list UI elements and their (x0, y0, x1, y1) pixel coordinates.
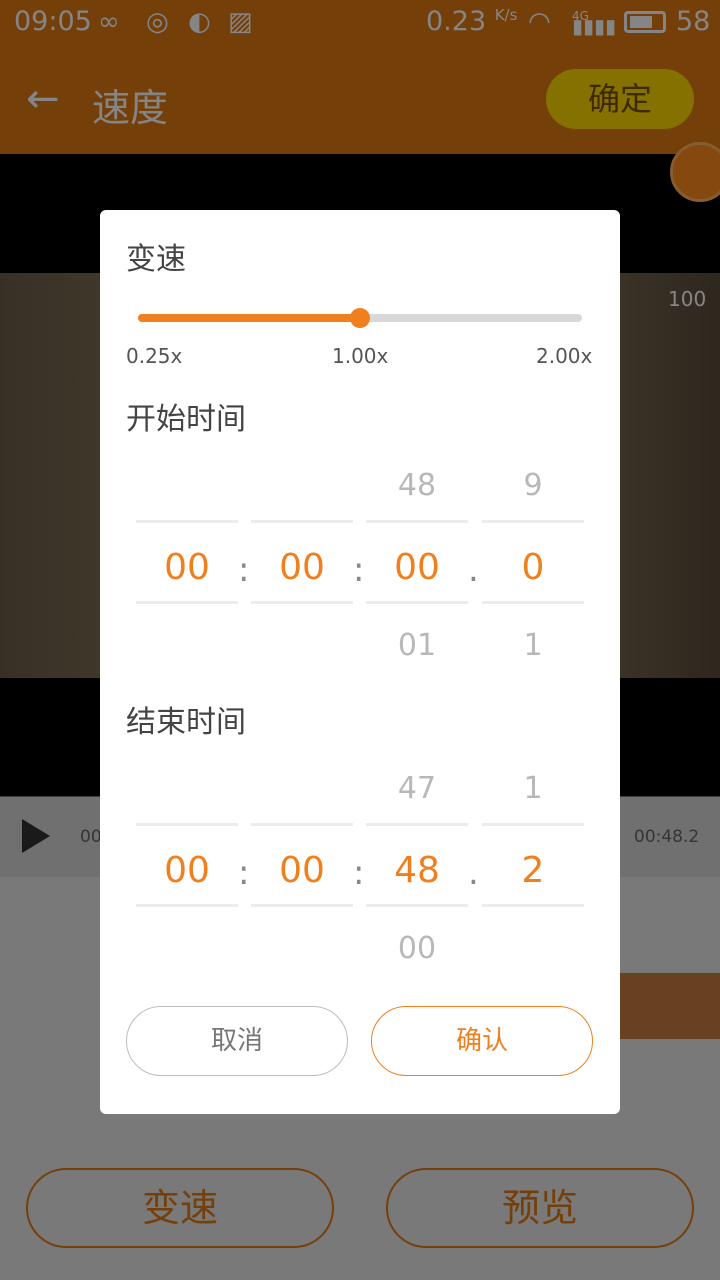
picker-prev: 1 (523, 771, 543, 806)
start-hours-column[interactable]: 00 (136, 454, 238, 694)
end-hours-column[interactable]: 00 (136, 757, 238, 997)
picker-prev: 47 (397, 771, 437, 806)
speed-title: 变速 (126, 242, 186, 277)
end-seconds-column[interactable]: 47 48 00 (366, 757, 468, 997)
picker-divider (251, 601, 353, 604)
picker-selected: 0 (521, 547, 545, 588)
picker-prev: 48 (397, 468, 437, 503)
picker-next: 1 (523, 628, 543, 663)
picker-divider (482, 823, 584, 826)
picker-selected: 48 (394, 850, 440, 891)
slider-fill (138, 314, 360, 322)
start-seconds-column[interactable]: 48 00 01 (366, 454, 468, 694)
cancel-button[interactable]: 取消 (126, 1006, 348, 1076)
picker-next: 00 (397, 931, 437, 966)
end-minutes-column[interactable]: 00 (251, 757, 353, 997)
picker-separator: : (238, 550, 250, 590)
end-time-picker: 00 : 00 : 47 48 00 . 1 2 (136, 757, 584, 997)
picker-divider (482, 601, 584, 604)
start-minutes-column[interactable]: 00 (251, 454, 353, 694)
picker-separator: . (468, 550, 479, 590)
slider-thumb[interactable] (350, 308, 370, 328)
picker-separator: : (353, 550, 365, 590)
picker-divider (482, 520, 584, 523)
speed-dialog: 变速 0.25x 1.00x 2.00x 开始时间 00 : 00 : 48 0… (100, 210, 620, 1114)
picker-separator: . (468, 853, 479, 893)
start-time-title: 开始时间 (126, 402, 246, 437)
speed-slider[interactable] (138, 308, 582, 328)
picker-selected: 00 (164, 850, 210, 891)
picker-divider (251, 520, 353, 523)
picker-next: 01 (397, 628, 437, 663)
picker-divider (136, 601, 238, 604)
picker-divider (136, 520, 238, 523)
picker-selected: 2 (521, 850, 545, 891)
picker-divider (366, 520, 468, 523)
slider-mid-label: 1.00x (332, 344, 389, 368)
start-time-picker: 00 : 00 : 48 00 01 . 9 0 1 (136, 454, 584, 694)
picker-divider (136, 823, 238, 826)
slider-max-label: 2.00x (536, 344, 593, 368)
end-time-title: 结束时间 (126, 705, 246, 740)
picker-selected: 00 (394, 547, 440, 588)
end-tenths-column[interactable]: 1 2 (482, 757, 584, 997)
picker-divider (251, 904, 353, 907)
slider-min-label: 0.25x (126, 344, 183, 368)
picker-divider (482, 904, 584, 907)
picker-selected: 00 (164, 547, 210, 588)
picker-prev: 9 (523, 468, 543, 503)
picker-separator: : (353, 853, 365, 893)
picker-selected: 00 (279, 850, 325, 891)
picker-divider (366, 823, 468, 826)
picker-divider (251, 823, 353, 826)
picker-divider (366, 904, 468, 907)
picker-divider (366, 601, 468, 604)
picker-separator: : (238, 853, 250, 893)
ok-button[interactable]: 确认 (371, 1006, 593, 1076)
picker-divider (136, 904, 238, 907)
picker-selected: 00 (279, 547, 325, 588)
start-tenths-column[interactable]: 9 0 1 (482, 454, 584, 694)
